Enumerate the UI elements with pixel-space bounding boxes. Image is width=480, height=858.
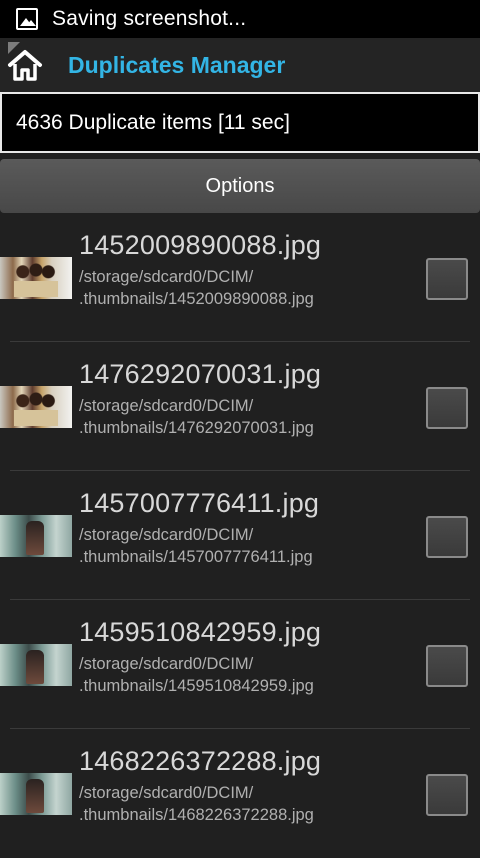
thumbnail-image xyxy=(0,515,72,557)
file-path: /storage/sdcard0/DCIM/ .thumbnails/14682… xyxy=(79,782,399,826)
file-path-line1: /storage/sdcard0/DCIM/ xyxy=(79,655,254,673)
status-text: Saving screenshot... xyxy=(52,7,247,30)
file-path-line1: /storage/sdcard0/DCIM/ xyxy=(79,397,254,415)
image-icon xyxy=(16,8,38,30)
list-item[interactable]: 1457007776411.jpg /storage/sdcard0/DCIM/… xyxy=(0,471,480,600)
list-item[interactable]: 1459510842959.jpg /storage/sdcard0/DCIM/… xyxy=(0,600,480,729)
file-path-line1: /storage/sdcard0/DCIM/ xyxy=(79,526,254,544)
options-button[interactable]: Options xyxy=(0,159,480,213)
select-checkbox[interactable] xyxy=(426,387,468,429)
file-path-line2: .thumbnails/1468226372288.jpg xyxy=(79,806,314,824)
list-item[interactable]: 1476292070031.jpg /storage/sdcard0/DCIM/… xyxy=(0,342,480,471)
file-name: 1459510842959.jpg xyxy=(79,617,322,647)
up-indicator xyxy=(8,42,20,54)
file-path-line2: .thumbnails/1459510842959.jpg xyxy=(79,677,314,695)
status-bar: Saving screenshot... xyxy=(0,0,480,38)
select-checkbox[interactable] xyxy=(426,645,468,687)
file-path: /storage/sdcard0/DCIM/ .thumbnails/14570… xyxy=(79,524,399,568)
duplicates-list: 1452009890088.jpg /storage/sdcard0/DCIM/… xyxy=(0,213,480,858)
file-path-line2: .thumbnails/1476292070031.jpg xyxy=(79,419,314,437)
thumbnail-image xyxy=(0,257,72,299)
file-name: 1476292070031.jpg xyxy=(79,359,322,389)
select-checkbox[interactable] xyxy=(426,774,468,816)
action-bar: Duplicates Manager xyxy=(0,38,480,92)
file-path: /storage/sdcard0/DCIM/ .thumbnails/14520… xyxy=(79,266,399,310)
file-path-line2: .thumbnails/1452009890088.jpg xyxy=(79,290,314,308)
thumbnail-image xyxy=(0,386,72,428)
thumbnail-image xyxy=(0,644,72,686)
file-path-line2: .thumbnails/1457007776411.jpg xyxy=(79,548,313,566)
home-button[interactable] xyxy=(0,38,50,92)
app-title: Duplicates Manager xyxy=(68,51,286,78)
file-path: /storage/sdcard0/DCIM/ .thumbnails/14762… xyxy=(79,395,399,439)
file-path: /storage/sdcard0/DCIM/ .thumbnails/14595… xyxy=(79,653,399,697)
list-item[interactable]: 1452009890088.jpg /storage/sdcard0/DCIM/… xyxy=(0,213,480,342)
file-name: 1457007776411.jpg xyxy=(79,488,320,518)
select-checkbox[interactable] xyxy=(426,516,468,558)
file-name: 1468226372288.jpg xyxy=(79,746,322,776)
file-path-line1: /storage/sdcard0/DCIM/ xyxy=(79,784,254,802)
file-name: 1452009890088.jpg xyxy=(79,230,322,260)
result-summary-field[interactable]: 4636 Duplicate items [11 sec] xyxy=(0,92,480,153)
thumbnail-image xyxy=(0,773,72,815)
select-checkbox[interactable] xyxy=(426,258,468,300)
file-path-line1: /storage/sdcard0/DCIM/ xyxy=(79,268,254,286)
list-item[interactable]: 1468226372288.jpg /storage/sdcard0/DCIM/… xyxy=(0,729,480,858)
